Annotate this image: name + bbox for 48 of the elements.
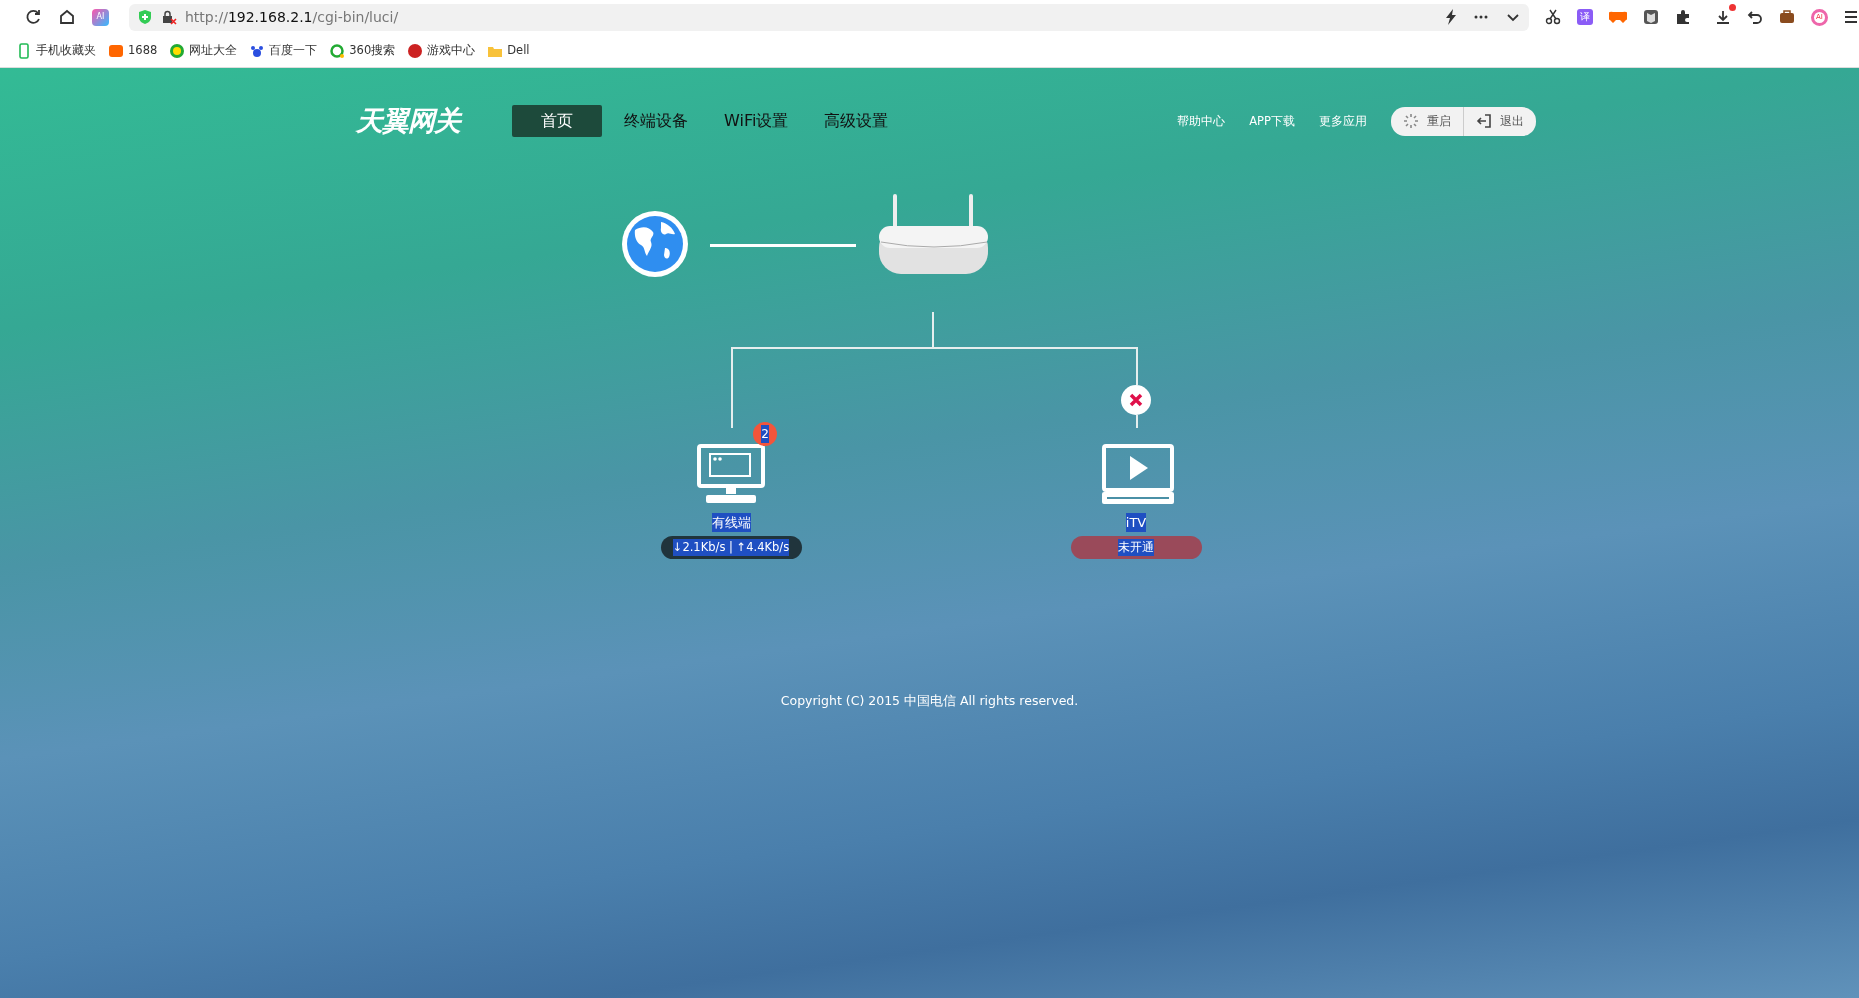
phone-icon bbox=[16, 42, 32, 59]
bookmark-icon bbox=[108, 42, 124, 59]
header-button[interactable]: 退出 bbox=[1463, 106, 1536, 136]
nav-tab[interactable]: 终端设备 bbox=[610, 105, 702, 138]
video-player-icon bbox=[1102, 443, 1174, 504]
gamepad-icon[interactable] bbox=[1609, 10, 1627, 24]
nav-tab[interactable]: 高级设置 bbox=[810, 105, 903, 138]
undo-icon[interactable] bbox=[1747, 9, 1763, 25]
briefcase-icon[interactable] bbox=[1779, 9, 1795, 25]
monitor-icon bbox=[697, 443, 765, 504]
router-icon bbox=[878, 193, 990, 276]
search-icon bbox=[329, 42, 346, 59]
menu-icon[interactable] bbox=[1844, 10, 1858, 24]
puzzle-icon[interactable] bbox=[1675, 9, 1691, 25]
shield-icon bbox=[137, 9, 153, 25]
count-badge: 2 bbox=[753, 421, 777, 446]
bookmark-link[interactable]: 手机收藏夹 bbox=[16, 41, 96, 60]
bolt-icon[interactable] bbox=[1445, 9, 1457, 25]
bookmark-link[interactable]: 游戏中心 bbox=[407, 41, 476, 60]
book-icon[interactable] bbox=[1643, 9, 1659, 25]
home-icon[interactable] bbox=[58, 8, 76, 26]
bookmark-link[interactable]: 百度一下 bbox=[249, 41, 318, 60]
globe-icon bbox=[621, 209, 689, 278]
device-label: iTV bbox=[1125, 512, 1147, 532]
insecure-lock-icon bbox=[161, 9, 177, 25]
nav-tab[interactable]: 首页 bbox=[512, 105, 602, 138]
status-pill: ↓2.1Kb/s | ↑4.4Kb/s bbox=[660, 536, 802, 559]
bookmark-link[interactable]: Dell bbox=[487, 41, 530, 60]
download-icon[interactable] bbox=[1715, 9, 1731, 26]
bookmark-icon bbox=[407, 42, 424, 59]
logout-icon bbox=[1476, 113, 1492, 130]
translate-button[interactable]: 译 bbox=[1577, 9, 1593, 25]
bookmark-link[interactable]: 网址大全 bbox=[169, 41, 238, 60]
copyright-text: Copyright (C) 2015 中国电信 All rights reserved. bbox=[779, 691, 1080, 710]
bookmark-icon bbox=[169, 42, 186, 59]
status-pill: 未开通 bbox=[1070, 536, 1202, 559]
bookmark-link[interactable]: 1688 bbox=[108, 41, 158, 60]
url-text[interactable]: http://192.168.2.1/cgi-bin/luci/ bbox=[185, 6, 399, 28]
nav-tab[interactable]: WiFi设置 bbox=[710, 105, 803, 138]
header-button[interactable]: 重启 bbox=[1391, 106, 1463, 136]
reload-icon[interactable] bbox=[24, 8, 42, 26]
device-label: 有线端 bbox=[711, 512, 751, 532]
connector-line bbox=[1136, 414, 1138, 428]
address-bar[interactable]: http://192.168.2.1/cgi-bin/luci/ bbox=[129, 3, 1529, 31]
spinner-icon bbox=[1403, 113, 1419, 130]
scissors-icon[interactable] bbox=[1545, 9, 1561, 25]
logo: 天翼网关 bbox=[356, 101, 496, 142]
bookmark-link[interactable]: 360搜索 bbox=[329, 41, 396, 60]
